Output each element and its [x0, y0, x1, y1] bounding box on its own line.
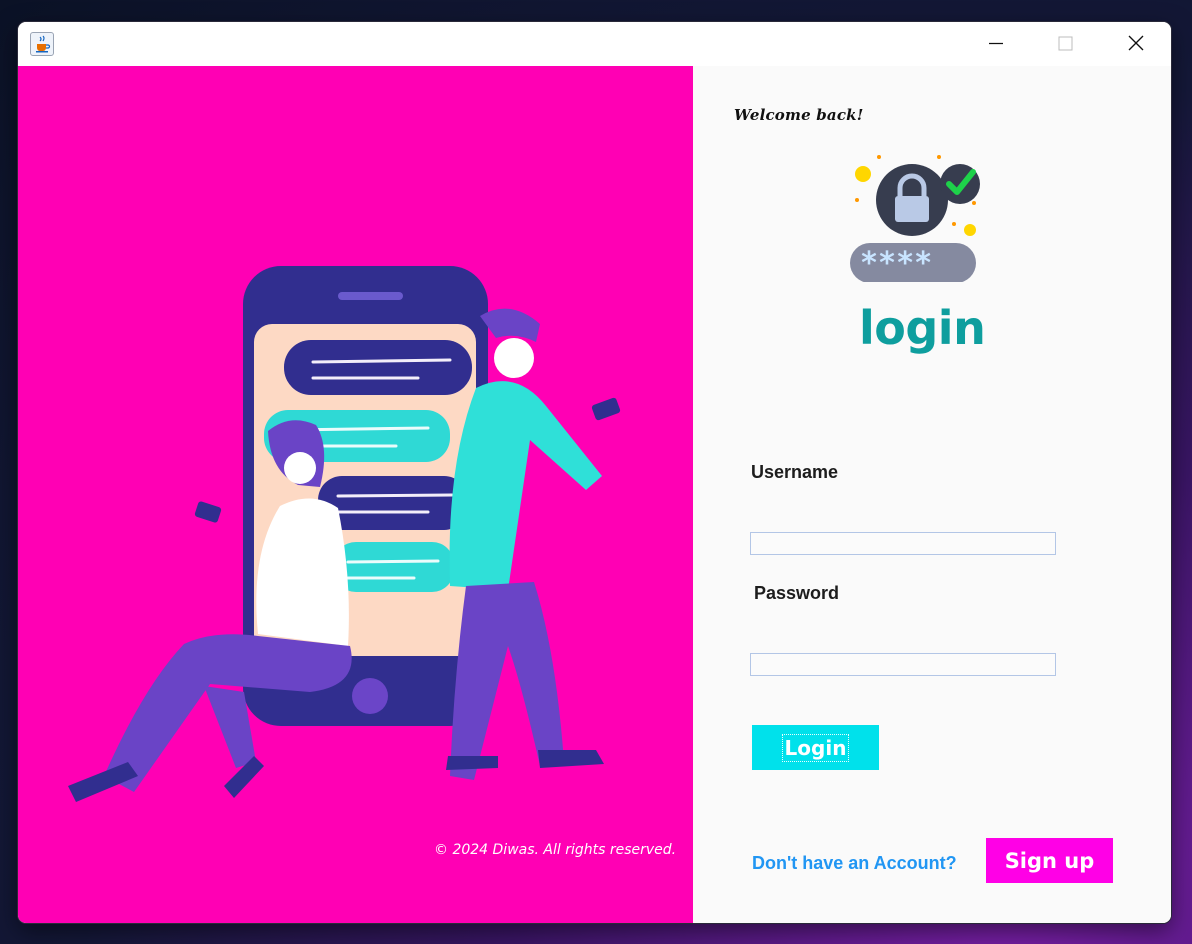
signup-button[interactable]: Sign up: [986, 838, 1113, 883]
minimize-icon: [989, 42, 1003, 45]
welcome-text: Welcome back!: [734, 106, 864, 124]
people-chatting-illustration: [68, 266, 621, 802]
app-window: © 2024 Diwas. All rights reserved. Welco…: [18, 22, 1171, 923]
password-label: Password: [754, 583, 840, 603]
login-button[interactable]: Login: [752, 725, 879, 770]
title-bar[interactable]: [18, 22, 1171, 66]
username-label: Username: [751, 462, 839, 482]
maximize-icon: [1058, 36, 1073, 51]
login-button-label: Login: [781, 733, 850, 762]
java-cup-icon: [30, 32, 54, 56]
password-lock-icon: ****: [850, 155, 980, 282]
username-field[interactable]: [750, 532, 1056, 555]
password-mask-text: ****: [860, 246, 932, 281]
illustration-panel: © 2024 Diwas. All rights reserved.: [18, 66, 693, 923]
close-icon: [1128, 35, 1144, 51]
login-form-panel: Welcome back! **** login Username Passwo…: [693, 66, 1171, 923]
password-field[interactable]: [750, 653, 1056, 676]
no-account-text: Don't have an Account?: [752, 853, 957, 873]
copyright-text: © 2024 Diwas. All rights reserved.: [434, 842, 677, 858]
maximize-button[interactable]: [1042, 22, 1088, 66]
minimize-button[interactable]: [973, 22, 1019, 66]
close-button[interactable]: [1112, 22, 1158, 66]
login-heading: login: [859, 301, 986, 355]
